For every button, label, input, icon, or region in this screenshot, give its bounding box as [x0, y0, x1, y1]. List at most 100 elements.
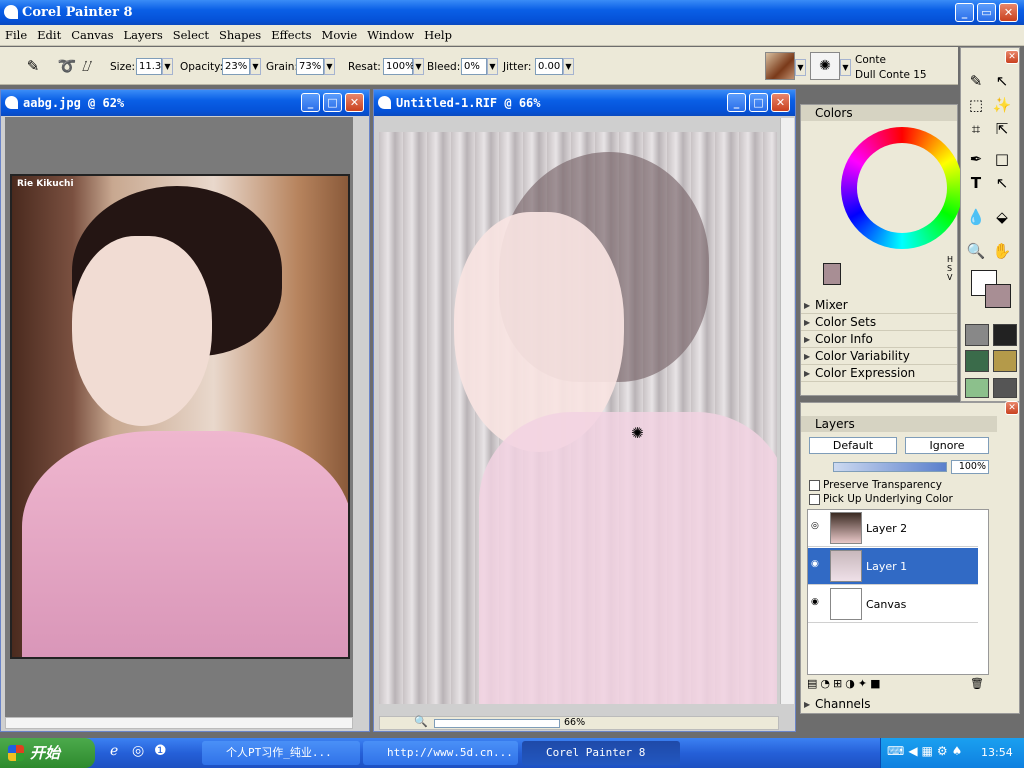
effects-icon[interactable]: ✦	[858, 677, 870, 690]
new-mask-icon[interactable]: ■	[870, 677, 883, 690]
new-layer-icon[interactable]: ⊞	[833, 677, 845, 690]
rectangle-shape-icon[interactable]: □	[991, 148, 1013, 170]
bleed-dropdown[interactable]: ▼	[487, 58, 498, 75]
menu-shapes[interactable]: Shapes	[214, 25, 266, 42]
menu-movie[interactable]: Movie	[317, 25, 363, 42]
layer-row-layer-2[interactable]: ◎ Layer 2	[808, 510, 978, 547]
layer-mask-icon[interactable]: ◑	[845, 677, 858, 690]
resat-field[interactable]: 100%	[383, 58, 415, 75]
eye-icon[interactable]: ◉	[811, 597, 819, 607]
shape-selection-icon[interactable]: ↖	[991, 172, 1013, 194]
reference-horizontal-scrollbar[interactable]	[5, 717, 353, 729]
layer-row-layer-1[interactable]: ◉ Layer 1	[808, 548, 978, 585]
color-expression-section[interactable]: Color Expression	[801, 365, 957, 382]
papers-selector-icon[interactable]	[965, 324, 989, 346]
quicklaunch-icon[interactable]: ◎	[132, 743, 144, 759]
crop-icon[interactable]: ⌗	[965, 118, 987, 140]
eye-icon[interactable]: ◉	[811, 559, 819, 569]
dynamic-plugins-icon[interactable]: ◔	[820, 677, 833, 690]
reference-close-button[interactable]: ✕	[345, 93, 364, 112]
brush-tool-icon[interactable]: ✎	[965, 70, 987, 92]
reference-minimize-button[interactable]: _	[301, 93, 320, 112]
color-variability-section[interactable]: Color Variability	[801, 348, 957, 365]
painting-maximize-button[interactable]: □	[749, 93, 768, 112]
painting-document-window[interactable]: Untitled-1.RIF @ 66% _ □ ✕ ✺ 🔍 66%	[373, 89, 796, 732]
brush-tool-icon[interactable]: ✎	[22, 55, 44, 77]
layer-opacity-slider[interactable]	[833, 462, 947, 472]
weaves-selector-icon[interactable]	[965, 378, 989, 398]
jitter-dropdown[interactable]: ▼	[563, 58, 574, 75]
toolbox-close-button[interactable]: ✕	[1005, 50, 1019, 64]
pen-icon[interactable]: ✒	[965, 148, 987, 170]
paint-bucket-icon[interactable]: ⬙	[991, 206, 1013, 228]
mixer-section[interactable]: Mixer	[801, 297, 957, 314]
menu-edit[interactable]: Edit	[32, 25, 66, 42]
taskbar-item-active[interactable]: Corel Painter 8	[522, 741, 680, 765]
zoom-tool-icon[interactable]: 🔍	[414, 715, 428, 728]
layers-close-button[interactable]: ✕	[1005, 401, 1019, 415]
color-sets-section[interactable]: Color Sets	[801, 314, 957, 331]
saturation-value-triangle[interactable]	[857, 143, 947, 233]
minimize-button[interactable]: _	[955, 3, 974, 22]
composite-depth-select[interactable]: Ignore	[905, 437, 989, 454]
resat-dropdown[interactable]: ▼	[413, 58, 424, 75]
grain-dropdown[interactable]: ▼	[324, 58, 335, 75]
delete-layer-icon[interactable]: 🗑	[970, 675, 987, 693]
pick-up-underlying-checkbox[interactable]	[809, 494, 820, 505]
layer-adjuster-icon[interactable]: ↖	[991, 70, 1013, 92]
tray-icons[interactable]: ⌨◀▦⚙♠	[887, 744, 966, 758]
selection-adjuster-icon[interactable]: ⇱	[991, 118, 1013, 140]
menu-layers[interactable]: Layers	[119, 25, 168, 42]
main-color-swatch[interactable]	[823, 263, 841, 285]
rectangular-selection-icon[interactable]: ⬚	[965, 94, 987, 116]
looks-selector-icon[interactable]	[993, 378, 1017, 398]
painting-vertical-scrollbar[interactable]	[780, 118, 794, 704]
grabber-icon[interactable]: ✋	[991, 240, 1013, 262]
reference-document-window[interactable]: aabg.jpg @ 62% _ □ ✕ Rie Kikuchi	[0, 89, 370, 732]
size-dropdown[interactable]: ▼	[162, 58, 173, 75]
nozzles-selector-icon[interactable]	[993, 350, 1017, 372]
brush-variant-dropdown[interactable]: ▼	[840, 59, 851, 76]
brush-category-icon[interactable]	[765, 52, 795, 80]
reference-photo[interactable]: Rie Kikuchi	[10, 174, 350, 659]
dropper-icon[interactable]: 💧	[965, 206, 987, 228]
menu-select[interactable]: Select	[168, 25, 214, 42]
composite-method-select[interactable]: Default	[809, 437, 897, 454]
bleed-field[interactable]: 0%	[461, 58, 487, 75]
color-wheel[interactable]	[841, 127, 963, 249]
quicklaunch-icon[interactable]: ❶	[154, 743, 167, 759]
menu-help[interactable]: Help	[419, 25, 457, 42]
painting-minimize-button[interactable]: _	[727, 93, 746, 112]
brush-category-dropdown[interactable]: ▼	[795, 59, 806, 76]
menu-file[interactable]: File	[0, 25, 32, 42]
magic-wand-icon[interactable]: ✨	[991, 94, 1013, 116]
patterns-selector-icon[interactable]	[993, 324, 1017, 346]
layer-row-canvas[interactable]: ◉ Canvas	[808, 586, 978, 623]
opacity-field[interactable]: 23%	[222, 58, 250, 75]
grain-field[interactable]: 73%	[296, 58, 324, 75]
text-icon[interactable]: T	[965, 172, 987, 194]
start-button[interactable]: 开始	[0, 738, 95, 768]
preserve-transparency-checkbox[interactable]	[809, 480, 820, 491]
painting-canvas[interactable]: ✺	[379, 132, 777, 704]
restore-button[interactable]: ▭	[977, 3, 996, 22]
eye-icon[interactable]: ◎	[811, 521, 819, 531]
painting-close-button[interactable]: ✕	[771, 93, 790, 112]
ie-quicklaunch-icon[interactable]: ℯ	[110, 743, 118, 759]
magnifier-icon[interactable]: 🔍	[965, 240, 987, 262]
channels-section[interactable]: Channels	[801, 696, 997, 713]
size-field[interactable]: 11.3	[136, 58, 162, 75]
straight-line-icon[interactable]: ⌰	[76, 55, 98, 77]
taskbar-item[interactable]: 个人PT习作_纯业...	[202, 741, 360, 765]
additional-color-chip[interactable]	[985, 284, 1011, 308]
gradients-selector-icon[interactable]	[965, 350, 989, 372]
layer-commands-icon[interactable]: ▤	[807, 677, 820, 690]
menu-effects[interactable]: Effects	[266, 25, 316, 42]
menu-canvas[interactable]: Canvas	[66, 25, 118, 42]
jitter-field[interactable]: 0.00	[535, 58, 563, 75]
layers-panel-title[interactable]: Layers	[801, 416, 997, 432]
taskbar-item[interactable]: http://www.5d.cn...	[363, 741, 518, 765]
layer-opacity-field[interactable]: 100%	[951, 460, 989, 474]
stroke-type-icon[interactable]: ➰	[56, 55, 78, 77]
zoom-slider[interactable]	[434, 719, 560, 728]
